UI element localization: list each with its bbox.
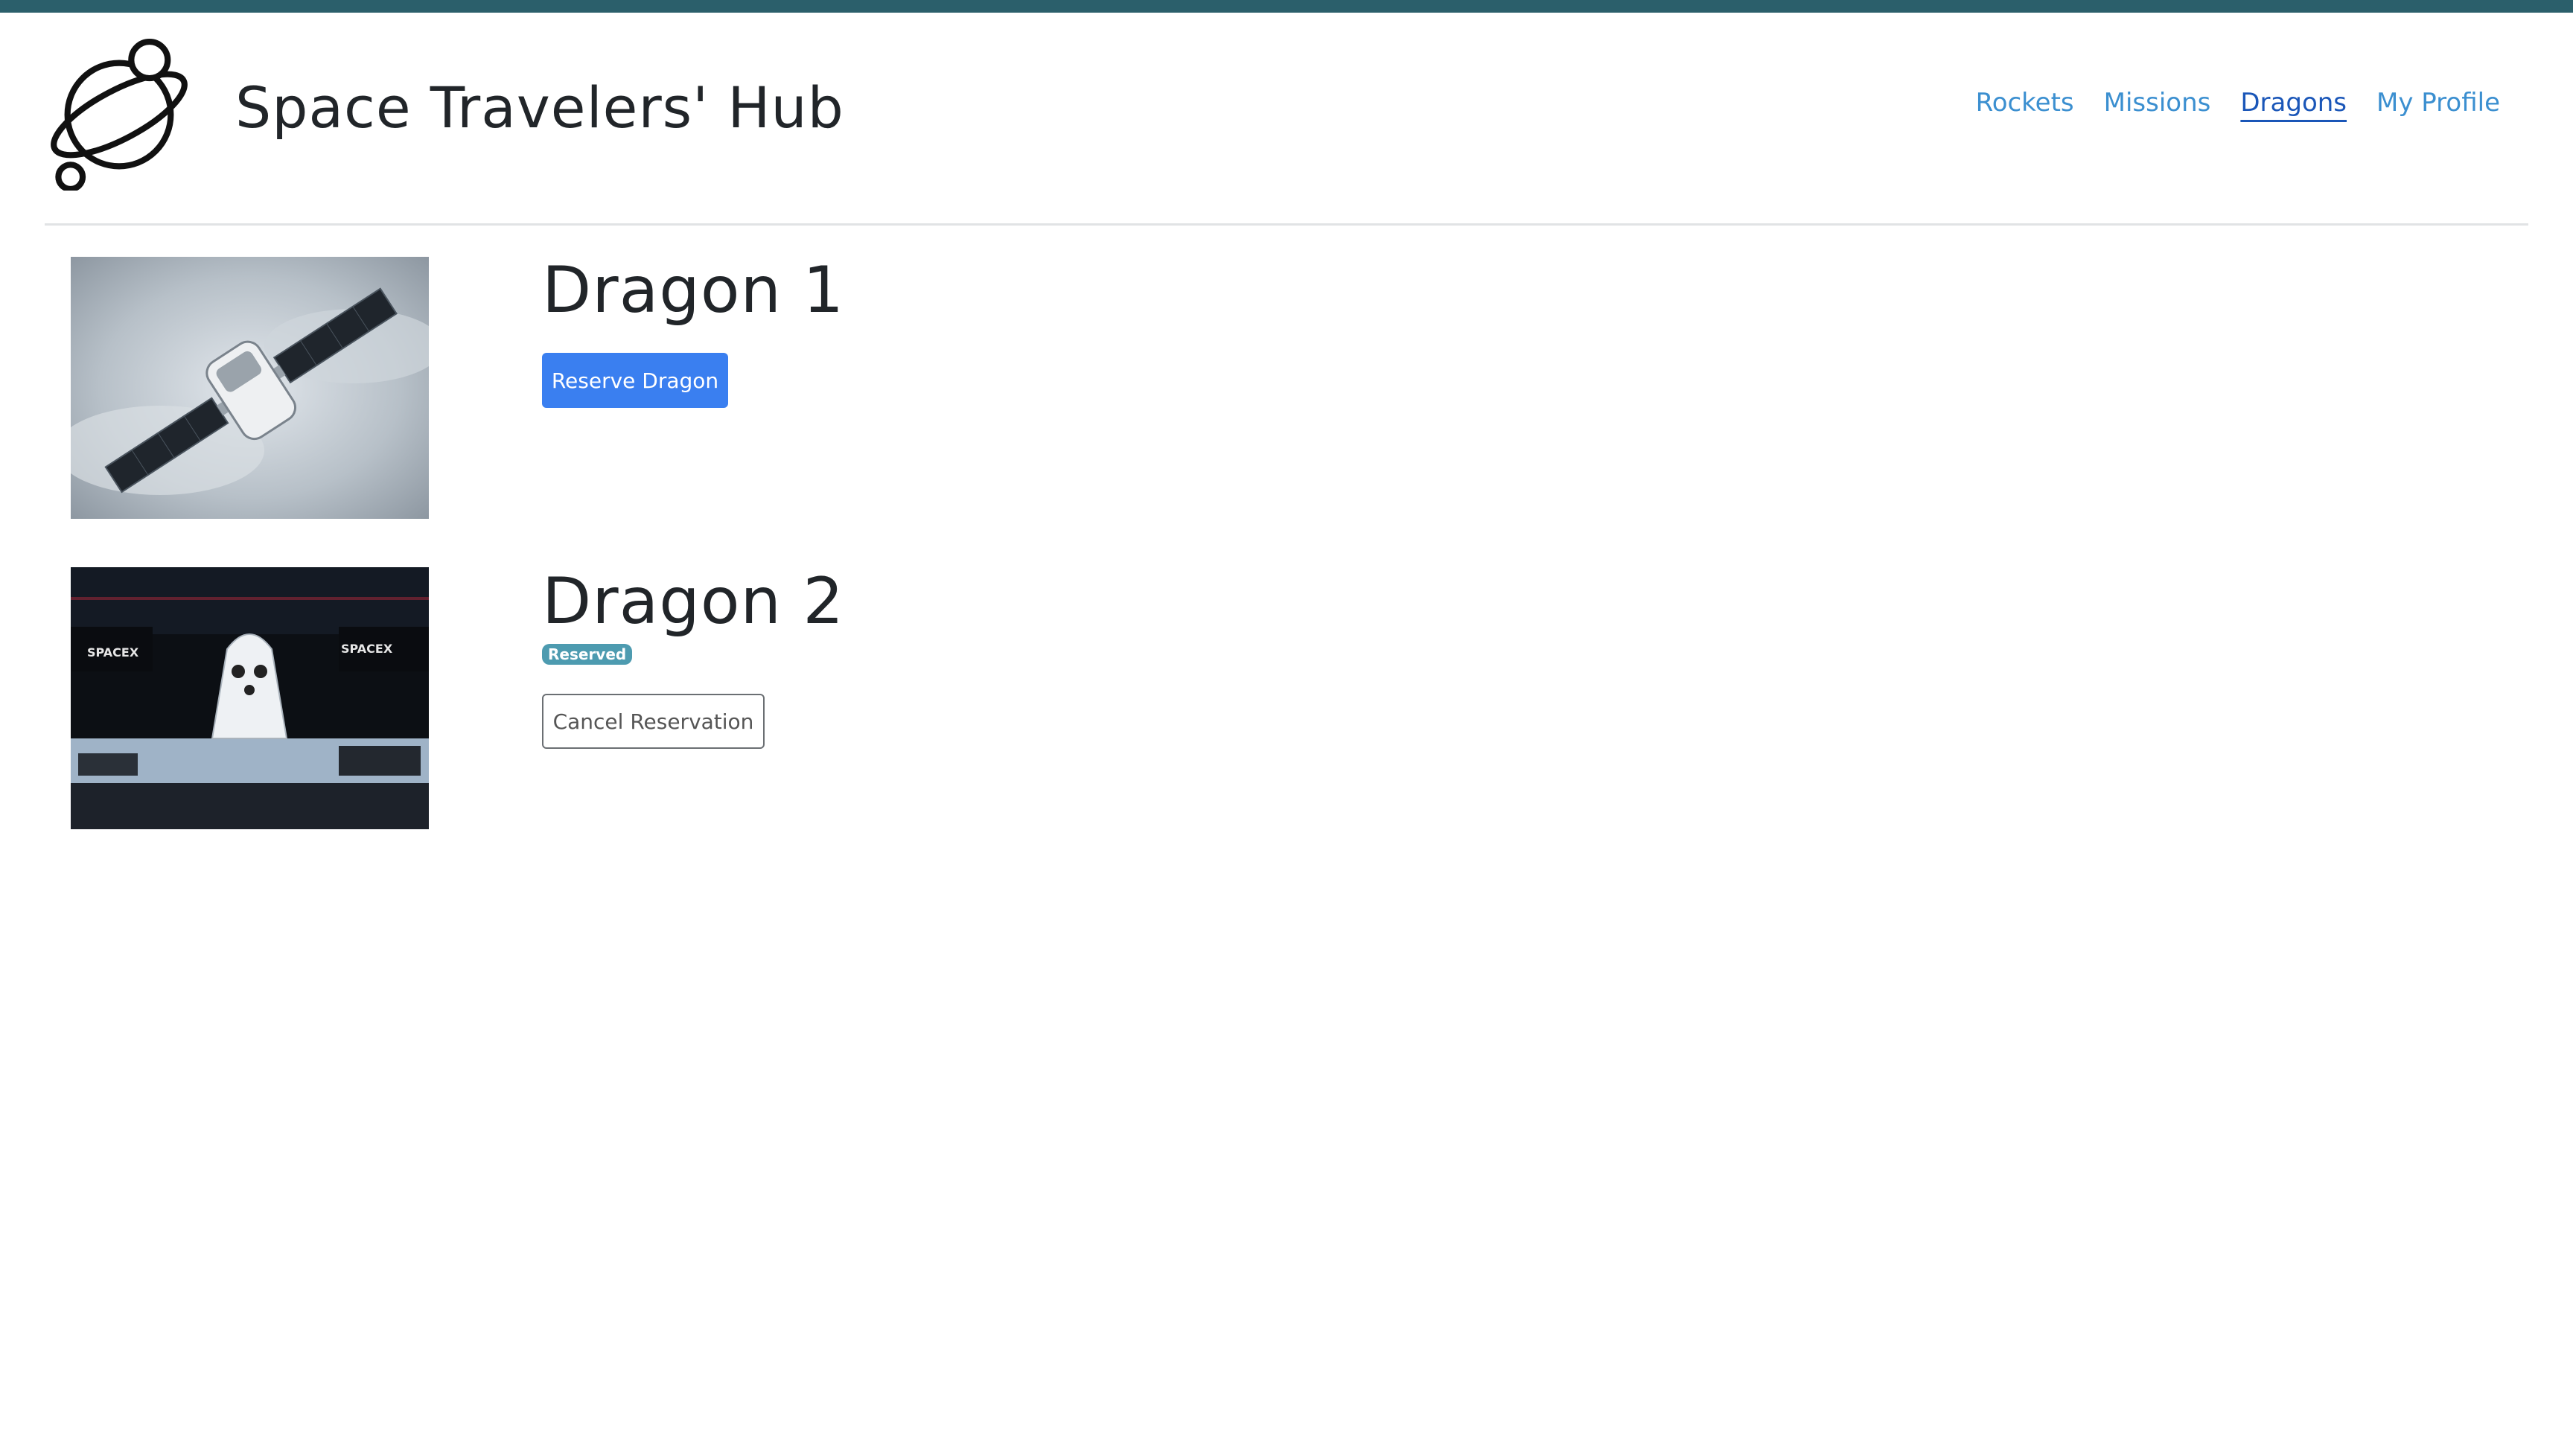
planet-logo-icon[interactable] xyxy=(43,39,195,193)
top-accent-bar xyxy=(0,0,2573,13)
dragon-2-name: Dragon 2 xyxy=(542,564,845,639)
app-title: Space Travelers' Hub xyxy=(235,74,844,141)
nav-missions[interactable]: Missions xyxy=(2104,88,2211,118)
nav-rockets[interactable]: Rockets xyxy=(1976,88,2074,118)
dragon-2-image: SPACEX SPACEX xyxy=(71,567,429,829)
nav-dragons[interactable]: Dragons xyxy=(2240,88,2347,118)
cancel-reservation-button[interactable]: Cancel Reservation xyxy=(542,694,765,749)
svg-text:SPACEX: SPACEX xyxy=(341,642,393,656)
reserve-dragon-button[interactable]: Reserve Dragon xyxy=(542,353,728,408)
header-divider xyxy=(45,223,2528,226)
reserved-badge: Reserved xyxy=(542,644,633,665)
nav-my-profile[interactable]: My Profile xyxy=(2376,88,2500,118)
dragon-1-name: Dragon 1 xyxy=(542,253,845,328)
main-nav: Rockets Missions Dragons My Profile xyxy=(1976,88,2500,118)
dragon-1-image xyxy=(71,257,429,519)
svg-text:SPACEX: SPACEX xyxy=(87,645,139,660)
